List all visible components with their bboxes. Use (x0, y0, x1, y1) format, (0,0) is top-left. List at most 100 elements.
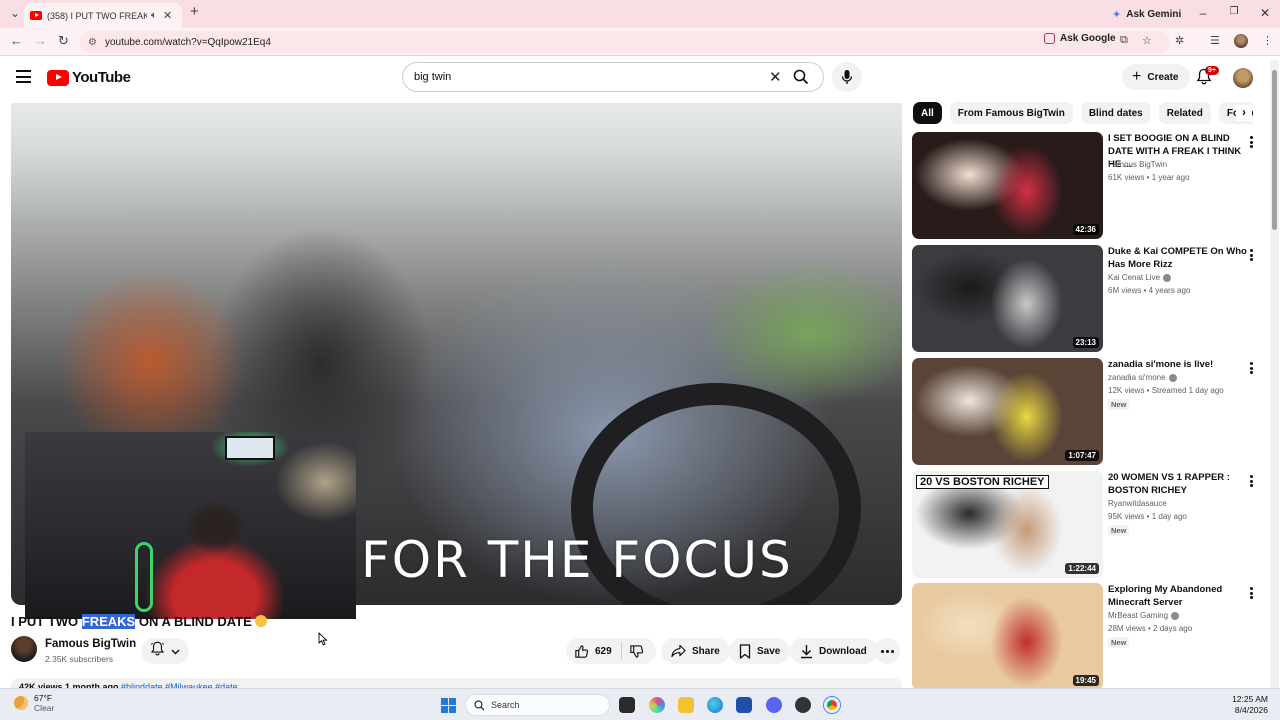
more-options-icon[interactable] (1250, 587, 1254, 601)
filter-chip[interactable]: From Famous BigTwin (949, 102, 1073, 124)
subscribed-notifications-button[interactable] (141, 638, 189, 664)
taskbar-search[interactable]: Search (465, 694, 610, 716)
video-duration: 1:22:44 (1065, 563, 1099, 574)
recommendation-channel[interactable]: Kai Cenat Live (1108, 273, 1172, 282)
more-options-icon[interactable] (1250, 136, 1254, 150)
weather-widget[interactable]: 67°F Clear (14, 693, 54, 713)
browser-profile-avatar[interactable] (1234, 34, 1248, 48)
install-app-icon[interactable]: ⧉ (1120, 34, 1128, 47)
file-explorer-icon[interactable] (678, 697, 694, 713)
microsoft-store-icon[interactable] (736, 697, 752, 713)
site-info-icon[interactable]: ⚙ (88, 37, 97, 48)
chrome-menu-icon[interactable]: ⋮ (1262, 34, 1273, 47)
video-thumbnail[interactable]: 19:45 (912, 583, 1103, 690)
recommendation-channel[interactable]: MrBeast Gaming (1108, 611, 1180, 620)
more-options-icon[interactable] (1250, 362, 1254, 376)
create-label: Create (1147, 71, 1179, 83)
close-tab-icon[interactable]: ✕ (163, 9, 172, 22)
video-thumbnail[interactable]: 20 VS BOSTON RICHEY 1:22:44 (912, 471, 1103, 578)
recommendation-title[interactable]: 20 WOMEN VS 1 RAPPER : BOSTON RICHEY (1108, 471, 1248, 497)
recommendation-channel-name: Famous BigTwin (1108, 160, 1168, 169)
recommendation-title[interactable]: zanadia si'mone is live! (1108, 358, 1248, 371)
taskbar-search-placeholder: Search (491, 700, 520, 710)
video-thumbnail[interactable]: 1:07:47 (912, 358, 1103, 465)
more-options-icon[interactable] (1250, 475, 1254, 489)
ask-google-button[interactable]: Ask Google (1044, 33, 1116, 44)
recommendation-item[interactable]: 19:45 Exploring My Abandoned Minecraft S… (912, 583, 1262, 691)
recommendation-meta: 95K views • 1 day ago (1108, 512, 1187, 521)
ask-gemini-button[interactable]: ✦ Ask Gemini (1104, 4, 1189, 24)
recommendation-channel[interactable]: Ryanwitdasauce (1108, 499, 1167, 508)
recommendation-item[interactable]: 20 VS BOSTON RICHEY 1:22:44 20 WOMEN VS … (912, 471, 1262, 579)
recommendation-item[interactable]: 23:13 Duke & Kai COMPETE On Who Has More… (912, 245, 1262, 353)
browser-tab-strip: ⌄ (358) I PUT TWO FREAKS O 🔈︎ ✕ + ✦ Ask … (0, 0, 1280, 28)
address-bar[interactable]: ⚙ youtube.com/watch?v=QqIpow21Eq4 (80, 31, 1170, 53)
more-actions-icon[interactable] (874, 638, 900, 664)
like-button[interactable]: 629 (566, 642, 622, 660)
recommendation-title[interactable]: Duke & Kai COMPETE On Who Has More Rizz (1108, 245, 1248, 271)
menu-hamburger-icon[interactable] (16, 70, 31, 87)
windows-start-icon[interactable] (441, 698, 456, 713)
new-badge: New (1108, 637, 1130, 648)
system-clock[interactable]: 12:25 AM 8/4/2026 (1226, 694, 1268, 716)
copilot-icon[interactable] (649, 697, 665, 713)
weather-condition: Clear (34, 703, 55, 713)
discord-icon[interactable] (766, 697, 782, 713)
browser-tab-active[interactable]: (358) I PUT TWO FREAKS O 🔈︎ ✕ (24, 3, 182, 28)
account-avatar[interactable] (1233, 68, 1253, 88)
video-thumbnail[interactable]: 23:13 (912, 245, 1103, 352)
filter-chip[interactable]: Blind dates (1080, 102, 1151, 124)
channel-name[interactable]: Famous BigTwin (45, 638, 136, 650)
recommendation-item[interactable]: 42:36 I SET BOOGIE ON A BLIND DATE WITH … (912, 132, 1262, 240)
filter-chip[interactable]: All (913, 102, 942, 124)
extensions-icon[interactable]: ✲ (1175, 34, 1184, 47)
more-options-icon[interactable] (1250, 249, 1254, 263)
chevron-right-icon[interactable]: › (1236, 105, 1252, 121)
dislike-button[interactable] (622, 644, 656, 659)
share-label: Share (692, 645, 720, 657)
like-count: 629 (595, 645, 612, 657)
minimize-window-icon[interactable]: – (1193, 6, 1213, 20)
share-button[interactable]: Share (661, 638, 730, 664)
close-window-icon[interactable]: ✕ (1255, 6, 1275, 20)
video-duration: 23:13 (1072, 337, 1099, 348)
recommendation-channel[interactable]: Famous BigTwin (1108, 160, 1167, 169)
restore-window-icon[interactable]: ❐ (1224, 6, 1244, 17)
recommendation-meta: 28M views • 2 days ago (1108, 624, 1193, 633)
create-button[interactable]: + Create (1122, 64, 1191, 90)
youtube-logo[interactable]: YouTube (47, 69, 131, 86)
bookmark-star-icon[interactable]: ☆ (1142, 34, 1152, 47)
speaker-icon[interactable]: 🔈︎ (151, 10, 157, 21)
forward-arrow-icon[interactable]: → (34, 33, 47, 48)
recommendation-channel[interactable]: zanadia si'mone (1108, 373, 1177, 382)
app-with-badge-icon[interactable] (795, 697, 811, 713)
task-view-icon[interactable] (619, 697, 635, 713)
reload-icon[interactable]: ↻ (58, 33, 69, 49)
search-input[interactable] (414, 71, 754, 83)
channel-avatar[interactable] (11, 636, 37, 662)
ask-google-label: Ask Google (1060, 33, 1116, 44)
filter-chip[interactable]: Related (1158, 102, 1211, 124)
edge-browser-icon[interactable] (707, 697, 723, 713)
back-arrow-icon[interactable]: ← (10, 33, 23, 48)
save-button[interactable]: Save (729, 638, 791, 664)
video-thumbnail[interactable]: 42:36 (912, 132, 1103, 239)
download-label: Download (819, 645, 867, 657)
recommendation-meta: 6M views • 4 years ago (1108, 286, 1191, 295)
youtube-masthead: YouTube ✕ + Create 9+ (0, 56, 1280, 98)
voice-search-mic-icon[interactable] (832, 62, 862, 92)
new-tab-icon[interactable]: + (190, 3, 199, 20)
download-button[interactable]: Download (790, 638, 877, 664)
clear-search-icon[interactable]: ✕ (769, 68, 782, 86)
reading-list-icon[interactable]: ☰ (1210, 34, 1220, 47)
youtube-favicon-icon (30, 11, 42, 20)
recommendation-title[interactable]: Exploring My Abandoned Minecraft Server (1108, 583, 1248, 609)
page-scrollbar-thumb[interactable] (1272, 70, 1277, 230)
recommendation-item[interactable]: 1:07:47 zanadia si'mone is live! zanadia… (912, 358, 1262, 466)
search-icon[interactable] (793, 69, 809, 88)
lens-icon (1044, 33, 1055, 44)
chrome-browser-icon[interactable] (824, 697, 840, 713)
tab-search-icon[interactable]: ⌄ (10, 6, 20, 20)
search-box[interactable]: ✕ (402, 62, 824, 92)
clock-time: 12:25 AM (1232, 694, 1268, 704)
